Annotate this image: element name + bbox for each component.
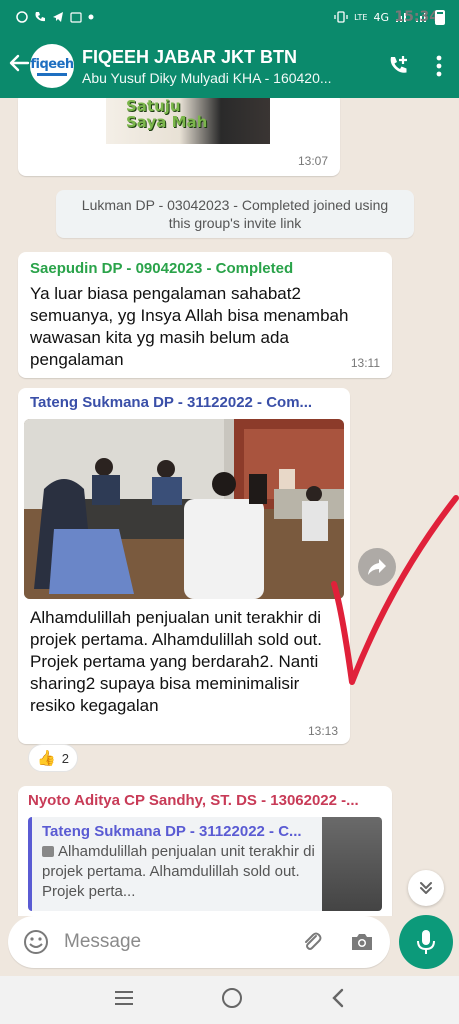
notification-icons <box>16 11 94 23</box>
sticker-line-2: Saya Mah <box>126 113 208 131</box>
quoted-thumbnail <box>322 817 382 911</box>
scroll-to-bottom-button[interactable] <box>408 870 444 906</box>
message-time: 13:11 <box>350 356 380 370</box>
thumbs-up-icon: 👍 <box>37 749 56 767</box>
back-arrow-icon[interactable] <box>0 52 30 80</box>
photo-icon <box>42 846 54 857</box>
message-bubble-photo[interactable]: Tateng Sukmana DP - 31122022 - Com... Al… <box>18 388 350 744</box>
recents-button[interactable] <box>113 990 135 1011</box>
avatar-logo-text: fiqeeh <box>30 56 74 72</box>
photo-image[interactable] <box>24 419 344 599</box>
quoted-text-content: Alhamdulillah penjualan unit terakhir di… <box>42 843 315 900</box>
battery-icon <box>435 9 445 25</box>
mic-button[interactable] <box>399 915 453 969</box>
message-text: Alhamdulillah penjualan unit terakhir di… <box>30 608 322 715</box>
message-input[interactable]: Message <box>64 931 296 953</box>
forward-button[interactable] <box>358 548 396 586</box>
quoted-message[interactable]: Tateng Sukmana DP - 31122022 - C... Alha… <box>28 817 382 911</box>
system-notice: Lukman DP - 03042023 - Completed joined … <box>56 190 414 238</box>
message-time: 13:13 <box>307 724 338 738</box>
dot-icon <box>88 14 94 20</box>
system-notice-line-1: Lukman DP - 03042023 - Completed joined … <box>81 197 389 213</box>
mic-icon <box>417 930 435 954</box>
add-call-icon[interactable] <box>379 54 419 78</box>
chat-subtitle: Abu Yusuf Diky Mulyadi KHA - 160420... <box>82 69 332 86</box>
network-label: 4G <box>373 10 389 24</box>
chat-title: FIQEEH JABAR JKT BTN <box>82 46 298 67</box>
sticker-message[interactable]: Satuju Saya Mah 13:07 <box>18 98 340 176</box>
message-bubble-reply[interactable]: Nyoto Aditya CP Sandhy, ST. DS - 1306202… <box>18 786 392 916</box>
menu-more-icon[interactable] <box>419 55 459 77</box>
android-nav-bar <box>0 976 459 1024</box>
reaction-badge[interactable]: 👍 2 <box>28 744 78 772</box>
double-chevron-down-icon <box>420 882 432 894</box>
message-text: Ya luar biasa pengalaman sahabat2 semuan… <box>30 284 349 369</box>
calendar-icon <box>70 12 82 23</box>
status-bar: 15:34 LTE 4G <box>0 0 459 34</box>
group-avatar[interactable]: fiqeeh <box>30 44 74 88</box>
sticker-caption: Satuju Saya Mah <box>126 98 207 130</box>
attach-icon[interactable] <box>296 926 328 958</box>
sender-name[interactable]: Saepudin DP - 09042023 - Completed <box>30 260 380 277</box>
forward-icon <box>368 559 386 575</box>
system-notice-line-2: this group's invite link <box>168 215 302 231</box>
back-button[interactable] <box>330 987 346 1014</box>
lte-label: LTE <box>354 12 368 22</box>
quoted-sender: Tateng Sukmana DP - 31122022 - C... <box>42 823 302 840</box>
status-time: 15:34 <box>394 9 439 25</box>
avatar-logo-bar <box>37 72 67 76</box>
vibrate-icon <box>334 11 348 23</box>
notification-icon <box>16 11 28 23</box>
home-icon <box>222 987 243 1008</box>
home-button[interactable] <box>221 987 243 1014</box>
quoted-text: Alhamdulillah penjualan unit terakhir di… <box>42 842 316 902</box>
message-bubble[interactable]: Saepudin DP - 09042023 - Completed Ya lu… <box>18 252 392 378</box>
header-text[interactable]: FIQEEH JABAR JKT BTN Abu Yusuf Diky Muly… <box>82 47 379 86</box>
message-composer[interactable]: Message <box>8 916 390 968</box>
chat-area[interactable]: Satuju Saya Mah 13:07 Lukman DP - 030420… <box>0 98 459 916</box>
recents-icon <box>115 990 134 1005</box>
phone-icon <box>35 12 45 22</box>
chat-header: fiqeeh FIQEEH JABAR JKT BTN Abu Yusuf Di… <box>0 34 459 98</box>
sender-name[interactable]: Nyoto Aditya CP Sandhy, ST. DS - 1306202… <box>28 792 382 809</box>
message-time: 13:07 <box>297 154 328 168</box>
reaction-count: 2 <box>61 750 69 766</box>
camera-icon[interactable] <box>346 926 378 958</box>
sticker-line-1: Satuju <box>126 98 181 115</box>
sender-name[interactable]: Tateng Sukmana DP - 31122022 - Com... <box>24 394 344 411</box>
back-chevron-icon <box>332 988 344 1007</box>
emoji-icon[interactable] <box>20 926 52 958</box>
telegram-icon <box>53 12 63 22</box>
